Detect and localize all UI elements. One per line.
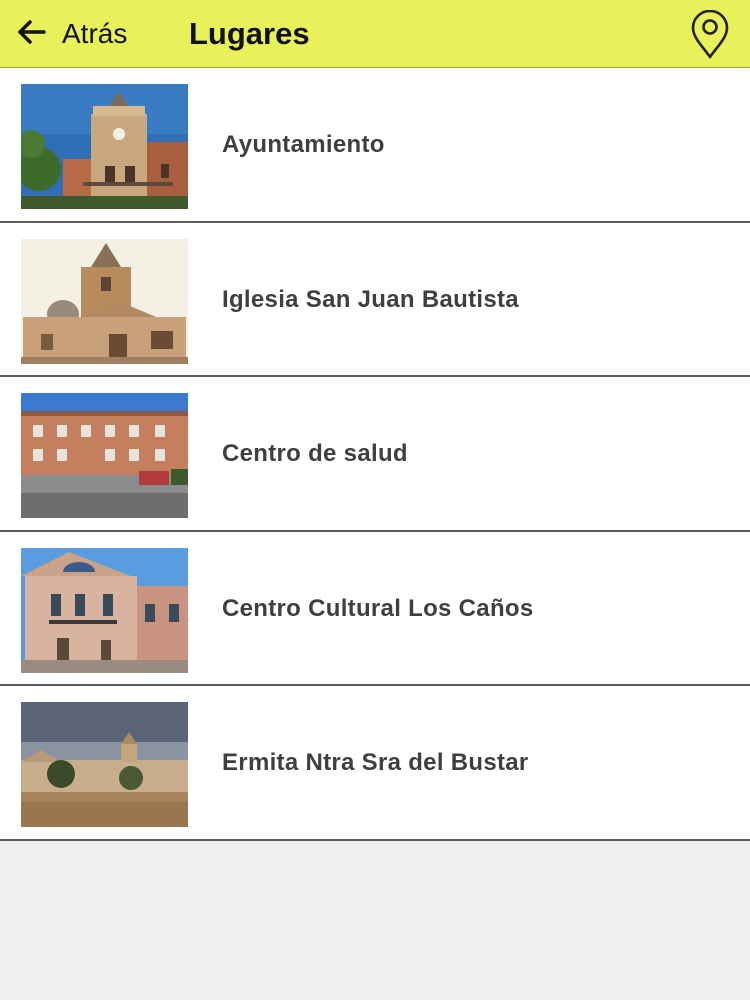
list-item-centro-cultural[interactable]: Centro Cultural Los Caños <box>0 531 750 686</box>
cultural-center-photo <box>21 547 188 673</box>
back-button[interactable]: Atrás <box>14 14 127 54</box>
arrow-left-icon <box>14 14 50 55</box>
page-title: Lugares <box>189 16 310 51</box>
places-list: Ayuntamiento Iglesia San Juan Bautista C… <box>0 68 750 841</box>
top-bar: Atrás Lugares <box>0 0 750 68</box>
town-hall-photo <box>21 84 188 209</box>
place-name: Iglesia San Juan Bautista <box>222 285 519 313</box>
place-name: Ermita Ntra Sra del Bustar <box>222 749 529 776</box>
map-button[interactable] <box>688 9 732 60</box>
list-item-iglesia[interactable]: Iglesia San Juan Bautista <box>0 222 750 377</box>
list-item-ermita[interactable]: Ermita Ntra Sra del Bustar <box>0 686 750 841</box>
place-name: Centro de salud <box>222 440 408 467</box>
health-center-photo <box>21 393 188 518</box>
church-photo <box>21 238 188 364</box>
list-item-centro-salud[interactable]: Centro de salud <box>0 377 750 532</box>
map-pin-icon <box>688 9 732 64</box>
list-item-ayuntamiento[interactable]: Ayuntamiento <box>0 68 750 223</box>
hermitage-photo <box>21 702 188 827</box>
place-name: Centro Cultural Los Caños <box>222 594 534 622</box>
back-label: Atrás <box>62 18 128 49</box>
place-name: Ayuntamiento <box>222 131 385 158</box>
